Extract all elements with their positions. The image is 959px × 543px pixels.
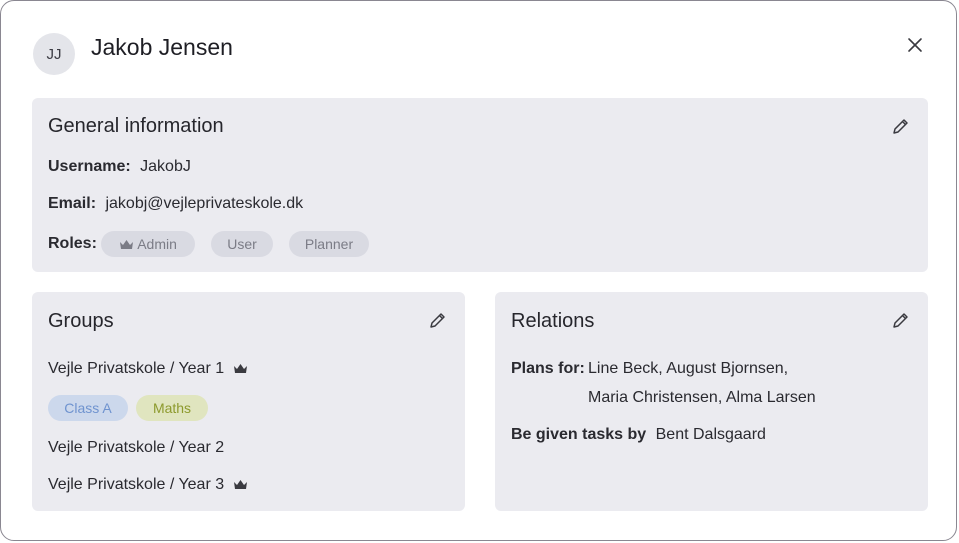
roles-row: Roles:: [48, 235, 97, 253]
tag-chip-label: Maths: [152, 400, 192, 416]
group-item[interactable]: Vejle Privatskole / Year 1: [48, 360, 248, 378]
email-value: jakobj@vejleprivateskole.dk: [105, 195, 304, 212]
tag-chip-label: Class A: [64, 400, 112, 416]
group-item-label: Vejle Privatskole / Year 3: [48, 476, 225, 493]
groups-title: Groups: [48, 310, 114, 332]
edit-groups-pencil-icon[interactable]: [427, 311, 447, 331]
roles-label: Roles:: [48, 235, 97, 252]
email-row: Email: jakobj@vejleprivateskole.dk: [48, 195, 303, 213]
user-name: Jakob Jensen: [91, 34, 233, 60]
crown-icon: [233, 480, 247, 489]
role-chip-label: User: [227, 236, 257, 252]
username-row: Username: JakobJ: [48, 158, 191, 176]
relations-title: Relations: [511, 310, 595, 332]
plans-for-label: Plans for:: [511, 360, 585, 377]
close-icon[interactable]: [904, 34, 926, 56]
group-item[interactable]: Vejle Privatskole / Year 3: [48, 476, 248, 494]
role-chip-user: User: [211, 231, 273, 257]
tasks-by-value: Bent Dalsgaard: [655, 426, 766, 443]
crown-icon: [233, 364, 247, 373]
username-label: Username:: [48, 158, 131, 175]
tag-chip-maths: Maths: [136, 395, 208, 421]
user-details-modal: JJ Jakob Jensen General information User…: [0, 0, 957, 541]
relations-card: Relations Plans for: Line Beck, August B…: [495, 292, 928, 511]
tasks-by-label: Be given tasks by: [511, 426, 647, 443]
groups-card: Groups Vejle Privatskole / Year 1 Class …: [32, 292, 465, 511]
plans-for-line-2: Maria Christensen, Alma Larsen: [588, 389, 816, 406]
edit-general-pencil-icon[interactable]: [890, 117, 910, 137]
group-item-label: Vejle Privatskole / Year 1: [48, 360, 225, 377]
general-information-title: General information: [48, 115, 224, 137]
email-label: Email:: [48, 195, 97, 212]
group-item-label: Vejle Privatskole / Year 2: [48, 439, 225, 456]
edit-relations-pencil-icon[interactable]: [890, 311, 910, 331]
username-value: JakobJ: [140, 158, 191, 175]
crown-icon: [120, 240, 134, 249]
tag-chip-class-a: Class A: [48, 395, 128, 421]
plans-for-row: Plans for:: [511, 360, 585, 378]
role-chip-admin: Admin: [101, 231, 195, 257]
group-item[interactable]: Vejle Privatskole / Year 2: [48, 439, 224, 457]
plans-for-line-1: Line Beck, August Bjornsen,: [588, 360, 789, 377]
role-chip-label: Planner: [304, 236, 354, 252]
tasks-by-row: Be given tasks by Bent Dalsgaard: [511, 426, 766, 444]
general-information-card: General information Username: JakobJ Ema…: [32, 98, 928, 272]
avatar: JJ: [33, 33, 75, 75]
role-chip-planner: Planner: [289, 231, 369, 257]
role-chip-label: Admin: [137, 236, 177, 252]
